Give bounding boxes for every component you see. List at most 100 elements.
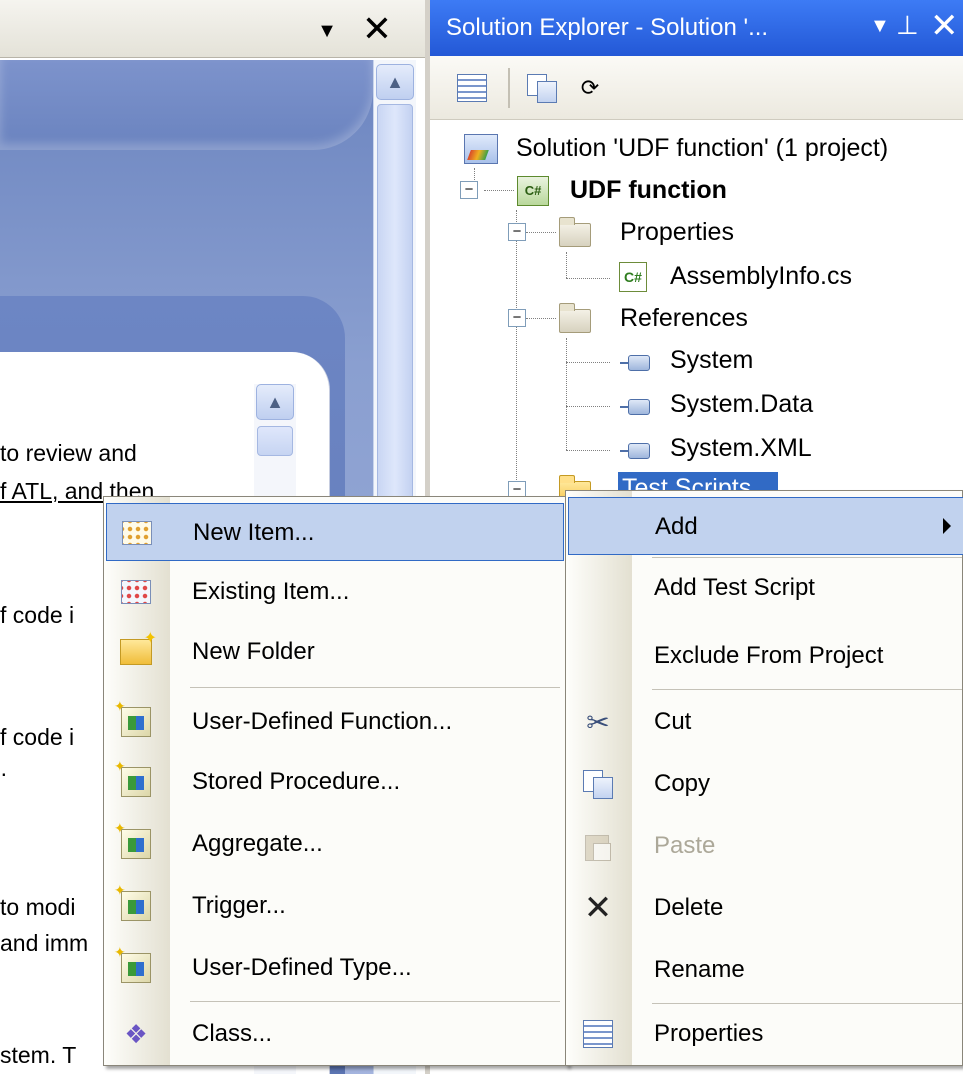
show-all-files-icon[interactable] — [522, 68, 562, 108]
body-text-line: to review and — [0, 440, 137, 466]
body-text-line: stem. T — [0, 1042, 77, 1068]
tree-line — [566, 338, 567, 450]
reference-icon — [618, 346, 652, 380]
body-text-line: to modi — [0, 894, 76, 920]
tree-node-reference[interactable]: System.XML — [670, 434, 812, 463]
solution-icon — [464, 132, 498, 166]
collapse-icon[interactable]: − — [508, 309, 526, 327]
menu-item-user-defined-function[interactable]: User-Defined Function... — [106, 693, 564, 751]
csharp-file-icon: C# — [616, 260, 650, 294]
copy-icon — [580, 767, 616, 801]
aggregate-icon — [114, 820, 154, 861]
menu-item-label: New Folder — [192, 638, 315, 665]
collapse-icon[interactable]: − — [460, 181, 478, 199]
scrollbar-thumb[interactable] — [257, 426, 293, 456]
menu-item-label: Properties — [654, 1020, 764, 1047]
close-icon[interactable]: ✕ — [360, 10, 394, 48]
menu-item-copy[interactable]: Copy — [568, 755, 963, 813]
existing-item-icon — [118, 575, 154, 609]
properties-icon[interactable] — [452, 68, 492, 108]
paste-icon — [580, 829, 616, 863]
collapse-icon[interactable]: − — [508, 223, 526, 241]
menu-item-rename[interactable]: Rename — [568, 941, 963, 999]
pin-icon[interactable]: ⊥ — [896, 10, 919, 41]
menu-item-new-item[interactable]: New Item... — [106, 503, 564, 561]
body-text-line: f code i — [0, 602, 75, 628]
menu-item-cut[interactable]: ✂ Cut — [568, 693, 963, 751]
menu-item-label: Paste — [654, 832, 716, 859]
scroll-up-icon[interactable]: ▲ — [376, 64, 414, 100]
menu-item-properties[interactable]: Properties — [568, 1005, 963, 1063]
menu-item-label: Add — [655, 513, 698, 540]
menu-separator — [190, 1001, 560, 1002]
menu-item-label: Exclude From Project — [654, 642, 884, 669]
folder-icon — [558, 217, 592, 252]
menu-item-delete[interactable]: ✕ Delete — [568, 879, 963, 937]
menu-item-aggregate[interactable]: Aggregate... — [106, 815, 564, 873]
menu-separator — [652, 689, 962, 690]
new-item-icon — [119, 516, 155, 550]
folder-icon — [558, 303, 592, 338]
menu-item-label: Stored Procedure... — [192, 768, 401, 795]
trigger-icon — [114, 882, 154, 923]
scissors-icon: ✂ — [586, 706, 610, 738]
menu-item-user-defined-type[interactable]: User-Defined Type... — [106, 939, 564, 997]
chevron-down-icon[interactable]: ▼ — [870, 15, 890, 38]
reference-icon — [618, 434, 652, 468]
tree-node-project[interactable]: UDF function — [570, 176, 727, 205]
tree-line — [566, 278, 610, 279]
csharp-project-icon: C# — [516, 174, 550, 208]
delete-icon: ✕ — [583, 889, 613, 927]
menu-item-trigger[interactable]: Trigger... — [106, 877, 564, 935]
context-menu: Add Add Test Script Exclude From Project… — [565, 490, 963, 1066]
menu-item-add[interactable]: Add — [568, 497, 963, 555]
menu-item-label: Trigger... — [192, 892, 286, 919]
tree-node-references[interactable]: References — [620, 304, 748, 333]
menu-item-label: New Item... — [193, 519, 315, 546]
tree-line — [566, 406, 610, 407]
tree-line — [484, 190, 514, 191]
menu-item-label: Existing Item... — [192, 578, 350, 605]
menu-item-paste[interactable]: Paste — [568, 817, 963, 875]
menu-item-label: Delete — [654, 894, 724, 921]
tree-node-reference[interactable]: System.Data — [670, 390, 813, 419]
menu-separator — [652, 1003, 962, 1004]
menu-item-class[interactable]: ❖ Class... — [106, 1005, 564, 1063]
menu-item-existing-item[interactable]: Existing Item... — [106, 563, 564, 621]
submenu-arrow-icon — [943, 518, 951, 534]
new-folder-icon — [118, 628, 157, 669]
add-submenu: New Item... Existing Item... New Folder … — [103, 496, 568, 1066]
tree-node-properties[interactable]: Properties — [620, 218, 734, 247]
menu-item-label: User-Defined Type... — [192, 954, 412, 981]
tree-line — [566, 362, 610, 363]
refresh-icon[interactable]: ⟳ — [570, 68, 610, 108]
tree-line — [566, 450, 610, 451]
menu-item-label: Cut — [654, 708, 692, 735]
menu-item-exclude-from-project[interactable]: Exclude From Project — [568, 627, 963, 685]
menu-item-new-folder[interactable]: New Folder — [106, 623, 564, 681]
reference-icon — [618, 390, 652, 424]
close-icon[interactable]: ✕ — [930, 6, 959, 46]
body-text-line: and imm — [0, 930, 89, 956]
menu-item-stored-procedure[interactable]: Stored Procedure... — [106, 753, 564, 811]
scroll-up-icon[interactable]: ▲ — [256, 384, 294, 420]
tree-node-solution[interactable]: Solution 'UDF function' (1 project) — [516, 134, 888, 163]
tree-node-assemblyinfo[interactable]: AssemblyInfo.cs — [670, 262, 852, 291]
stored-procedure-icon — [114, 758, 154, 799]
chevron-down-icon[interactable]: ▼ — [312, 18, 342, 44]
class-icon: ❖ — [124, 1018, 148, 1049]
tree-line — [526, 318, 556, 319]
toolbar-separator — [508, 68, 510, 108]
properties-icon — [580, 1017, 616, 1051]
menu-item-add-test-script[interactable]: Add Test Script — [568, 559, 963, 617]
menu-item-label: Rename — [654, 956, 745, 983]
menu-item-label: Add Test Script — [654, 574, 815, 601]
user-defined-function-icon — [114, 698, 154, 739]
tree-line — [516, 210, 517, 486]
panel-title: Solution Explorer - Solution '... — [446, 14, 769, 41]
body-text-line: · — [0, 760, 8, 786]
solution-explorer-titlebar: Solution Explorer - Solution '... ▼ ⊥ ✕ — [430, 0, 963, 56]
tree-node-reference[interactable]: System — [670, 346, 753, 375]
menu-separator — [652, 557, 962, 558]
menu-item-label: Class... — [192, 1020, 273, 1047]
